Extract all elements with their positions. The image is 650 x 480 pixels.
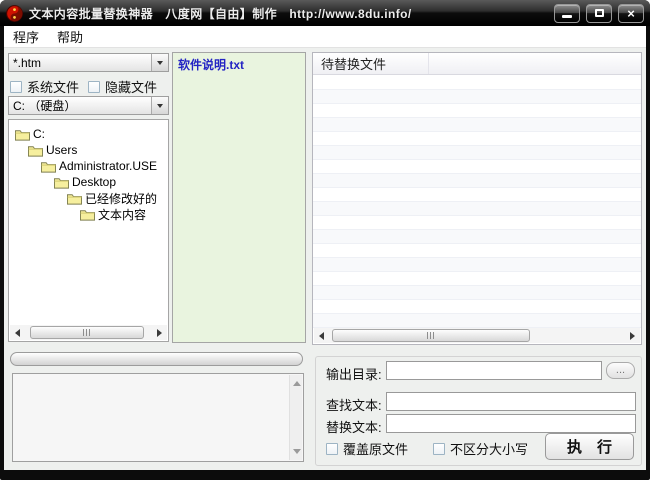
target-file-list: 待替换文件 xyxy=(312,52,642,345)
drive-dropdown-button[interactable] xyxy=(151,97,168,114)
close-icon: × xyxy=(627,5,635,21)
actions-groupbox: 输出目录: ... 查找文本: 替换文本: 覆盖原文件 不区分大小写 执 行 xyxy=(315,356,642,466)
output-dir-label: 输出目录: xyxy=(326,367,382,382)
folder-tree: C: Users Administrator.USE Desktop 已经修改好… xyxy=(8,119,169,342)
maximize-button[interactable] xyxy=(586,3,612,23)
find-text-label: 查找文本: xyxy=(326,398,382,413)
folder-icon xyxy=(41,161,56,173)
client-area: *.htm 系统文件 隐藏文件 C: （硬盘） C: Users Adminis… xyxy=(4,48,646,470)
find-text-input[interactable] xyxy=(386,392,636,411)
minimize-icon xyxy=(562,14,572,18)
titlebar: 文本内容批量替换神器 八度网【自由】制作 http://www.8du.info… xyxy=(0,0,650,26)
file-pattern-combobox[interactable]: *.htm xyxy=(8,53,169,72)
scroll-left-icon[interactable] xyxy=(314,328,328,343)
tree-item-modified-folder[interactable]: 已经修改好的 xyxy=(67,190,168,206)
target-list-header: 待替换文件 xyxy=(313,53,641,75)
matched-file-list: 软件说明.txt xyxy=(172,52,306,343)
file-pattern-value: *.htm xyxy=(13,55,42,70)
overwrite-checkbox[interactable] xyxy=(326,442,338,455)
browse-button[interactable]: ... xyxy=(606,362,635,379)
folder-tree-items: C: Users Administrator.USE Desktop 已经修改好… xyxy=(9,120,168,222)
folder-icon xyxy=(80,209,95,221)
overwrite-option: 覆盖原文件 xyxy=(326,439,408,458)
target-list-horizontal-scrollbar[interactable] xyxy=(314,328,640,343)
replace-text-label: 替换文本: xyxy=(326,420,382,435)
folder-icon xyxy=(67,193,82,205)
folder-icon xyxy=(15,129,30,141)
ignore-case-option: 不区分大小写 xyxy=(433,439,528,458)
scroll-down-icon[interactable] xyxy=(290,446,303,459)
chevron-down-icon xyxy=(157,104,163,111)
grip-icon xyxy=(82,329,92,336)
hidden-files-label: 隐藏文件 xyxy=(105,80,158,95)
window-title: 文本内容批量替换神器 八度网【自由】制作 http://www.8du.info… xyxy=(29,6,412,21)
tree-horizontal-scrollbar[interactable] xyxy=(10,325,167,340)
tree-item-users[interactable]: Users xyxy=(28,142,168,158)
system-files-checkbox[interactable] xyxy=(10,80,22,93)
scroll-up-icon[interactable] xyxy=(290,376,303,389)
overwrite-label: 覆盖原文件 xyxy=(343,442,409,457)
tree-item-drive[interactable]: C: xyxy=(15,126,168,142)
chevron-down-icon xyxy=(157,61,163,68)
list-item[interactable]: 软件说明.txt xyxy=(173,53,305,76)
tree-item-desktop[interactable]: Desktop xyxy=(54,174,168,190)
file-pattern-dropdown-button[interactable] xyxy=(151,54,168,71)
system-files-label: 系统文件 xyxy=(27,80,80,95)
menubar: 程序 帮助 xyxy=(4,26,646,48)
hidden-files-option: 隐藏文件 xyxy=(88,77,157,96)
app-window: 文本内容批量替换神器 八度网【自由】制作 http://www.8du.info… xyxy=(0,0,650,480)
folder-icon xyxy=(28,145,43,157)
drive-value: C: （硬盘） xyxy=(13,99,77,113)
log-vertical-scrollbar[interactable] xyxy=(289,375,302,460)
column-header[interactable]: 待替换文件 xyxy=(313,53,429,74)
scroll-right-icon[interactable] xyxy=(626,328,640,343)
window-controls: × xyxy=(554,3,644,23)
ignore-case-checkbox[interactable] xyxy=(433,442,445,455)
drive-combobox[interactable]: C: （硬盘） xyxy=(8,96,169,115)
maximize-icon xyxy=(594,9,604,17)
folder-icon xyxy=(54,177,69,189)
taiji-icon xyxy=(6,4,23,22)
ignore-case-label: 不区分大小写 xyxy=(450,442,529,457)
menu-help[interactable]: 帮助 xyxy=(48,25,92,48)
target-list-rows xyxy=(313,76,641,328)
target-list-scrollbar-thumb[interactable] xyxy=(332,329,530,342)
execute-button[interactable]: 执 行 xyxy=(545,433,634,460)
scroll-left-icon[interactable] xyxy=(10,325,24,340)
hidden-files-checkbox[interactable] xyxy=(88,80,100,93)
tree-scrollbar-thumb[interactable] xyxy=(30,326,144,339)
system-files-option: 系统文件 xyxy=(10,77,79,96)
grip-icon xyxy=(426,332,436,339)
menu-program[interactable]: 程序 xyxy=(4,25,48,48)
scroll-right-icon[interactable] xyxy=(153,325,167,340)
output-dir-input[interactable] xyxy=(386,361,602,380)
log-textarea[interactable] xyxy=(12,373,304,462)
replace-text-input[interactable] xyxy=(386,414,636,433)
minimize-button[interactable] xyxy=(554,3,580,23)
progress-bar xyxy=(10,352,303,366)
tree-item-administrator[interactable]: Administrator.USE xyxy=(41,158,168,174)
close-button[interactable]: × xyxy=(618,3,644,23)
tree-item-text-content-folder[interactable]: 文本内容 xyxy=(80,206,168,222)
